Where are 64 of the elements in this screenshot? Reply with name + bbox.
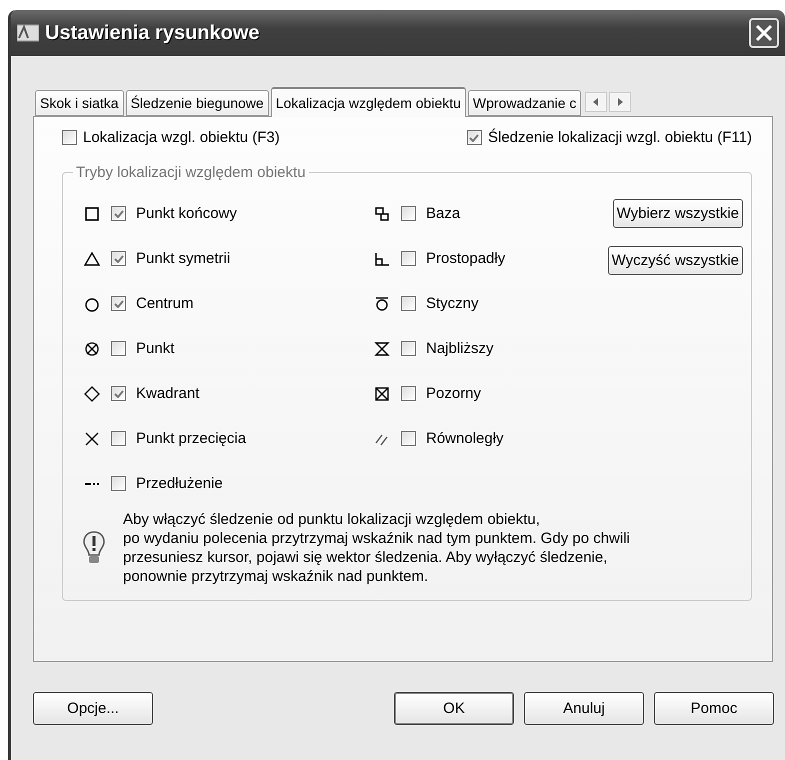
checkbox[interactable] bbox=[466, 130, 482, 145]
cross-marker-icon bbox=[83, 430, 101, 448]
hourglass-icon bbox=[373, 340, 391, 358]
checkbox[interactable] bbox=[62, 130, 77, 145]
mode-label: Baza bbox=[426, 205, 460, 222]
checkbox[interactable] bbox=[401, 296, 416, 311]
checkbox[interactable] bbox=[111, 431, 126, 446]
check-icon bbox=[114, 210, 124, 218]
window-title: Ustawienia rysunkowe bbox=[45, 22, 261, 44]
checkbox[interactable] bbox=[401, 206, 416, 221]
group-title: Tryby lokalizacji względem obiektu bbox=[75, 164, 307, 181]
mode-label: Najbliższy bbox=[426, 340, 494, 357]
boxed-cross-icon bbox=[373, 384, 391, 402]
dialog-button[interactable]: Anuluj bbox=[524, 692, 644, 725]
right-arrow-icon bbox=[617, 98, 624, 106]
triangle-marker-icon bbox=[83, 250, 101, 268]
dashed-line-icon bbox=[85, 482, 99, 484]
checkbox[interactable] bbox=[401, 251, 416, 266]
checkbox[interactable] bbox=[401, 386, 416, 401]
close-icon[interactable] bbox=[749, 18, 779, 48]
dialog-button[interactable]: OK bbox=[394, 692, 514, 725]
square-marker-icon bbox=[83, 204, 101, 222]
crossed-circle-icon bbox=[83, 340, 101, 358]
check-icon bbox=[114, 390, 124, 398]
check-icon bbox=[114, 300, 124, 308]
tab[interactable]: Śledzenie biegunowe bbox=[126, 90, 269, 116]
check-icon bbox=[469, 134, 480, 142]
option-label: Śledzenie lokalizacji wzgl. obiektu (F11) bbox=[488, 129, 752, 146]
checkbox[interactable] bbox=[111, 476, 126, 491]
checkbox[interactable] bbox=[111, 341, 126, 356]
mode-label: Punkt końcowy bbox=[136, 205, 237, 222]
mode-label: Punkt symetrii bbox=[136, 250, 230, 267]
lightbulb-icon bbox=[83, 531, 105, 565]
tab[interactable]: Wprowadzanie c bbox=[468, 90, 582, 116]
mode-label: Styczny bbox=[426, 295, 479, 312]
diamond-marker-icon bbox=[83, 384, 101, 402]
mode-label: Pozorny bbox=[426, 385, 482, 402]
hint-text: Aby włączyć śledzenie od punktu lokalizacji względem obiektu, po wydaniu polecenia przytrzymaj wskaźnik nad tym punktem. Gdy po chwili przesuniesz kursor, pojawi się wektor śledzenia. Aby wyłączyć śledzenie, ponownie przytrzymaj wskaźnik nad punktem. bbox=[123, 510, 631, 586]
checkbox[interactable] bbox=[111, 251, 126, 266]
app-icon bbox=[17, 24, 39, 42]
tab[interactable]: Skok i siatka bbox=[35, 90, 124, 116]
tab[interactable]: Lokalizacja względem obiektu bbox=[270, 87, 466, 117]
select-button[interactable]: Wybierz wszystkie bbox=[612, 199, 743, 228]
mode-label: Punkt przecięcia bbox=[136, 430, 246, 447]
mode-label: Centrum bbox=[136, 295, 194, 312]
checkbox[interactable] bbox=[401, 341, 416, 356]
mode-label: Kwadrant bbox=[136, 385, 200, 402]
option-label: Lokalizacja wzgl. obiektu (F3) bbox=[83, 129, 280, 146]
checkbox[interactable] bbox=[401, 431, 416, 446]
scroll-right-button[interactable] bbox=[609, 92, 632, 112]
mode-label: Przedłużenie bbox=[136, 475, 223, 492]
scroll-left-button[interactable] bbox=[585, 92, 608, 112]
checkbox[interactable] bbox=[111, 206, 126, 221]
options-button[interactable]: Opcje... bbox=[33, 692, 153, 725]
check-icon bbox=[114, 254, 124, 262]
mode-label: Punkt bbox=[136, 340, 174, 357]
select-button[interactable]: Wyczyść wszystkie bbox=[608, 246, 743, 275]
dialog-button[interactable]: Pomoc bbox=[654, 692, 774, 725]
checkbox[interactable] bbox=[111, 296, 126, 311]
checkbox[interactable] bbox=[111, 386, 126, 401]
mode-label: Prostopadły bbox=[426, 250, 506, 267]
tangent-icon bbox=[373, 294, 391, 312]
left-arrow-icon bbox=[593, 98, 600, 106]
mode-label: Równoległy bbox=[426, 430, 504, 447]
